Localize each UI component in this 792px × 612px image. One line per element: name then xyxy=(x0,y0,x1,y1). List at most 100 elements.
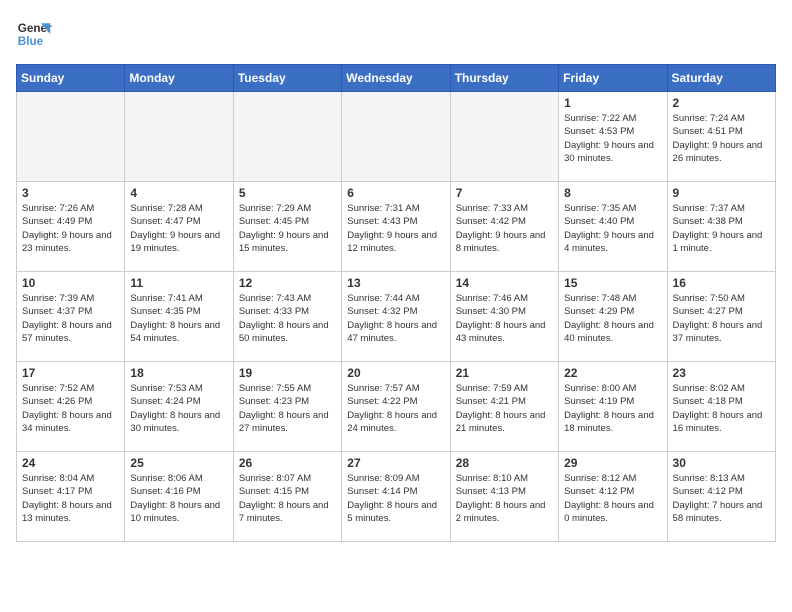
calendar-day-18: 18 Sunrise: 7:53 AMSunset: 4:24 PMDaylig… xyxy=(125,362,233,452)
day-info: Sunrise: 7:33 AMSunset: 4:42 PMDaylight:… xyxy=(456,202,553,255)
empty-cell xyxy=(342,92,450,182)
day-info: Sunrise: 8:07 AMSunset: 4:15 PMDaylight:… xyxy=(239,472,336,525)
calendar-week-row: 3 Sunrise: 7:26 AMSunset: 4:49 PMDayligh… xyxy=(17,182,776,272)
day-number: 11 xyxy=(130,276,227,290)
empty-cell xyxy=(17,92,125,182)
calendar-day-15: 15 Sunrise: 7:48 AMSunset: 4:29 PMDaylig… xyxy=(559,272,667,362)
day-header-tuesday: Tuesday xyxy=(233,65,341,92)
calendar-day-10: 10 Sunrise: 7:39 AMSunset: 4:37 PMDaylig… xyxy=(17,272,125,362)
day-number: 10 xyxy=(22,276,119,290)
svg-text:Blue: Blue xyxy=(18,35,44,48)
day-header-monday: Monday xyxy=(125,65,233,92)
day-info: Sunrise: 7:29 AMSunset: 4:45 PMDaylight:… xyxy=(239,202,336,255)
calendar-day-14: 14 Sunrise: 7:46 AMSunset: 4:30 PMDaylig… xyxy=(450,272,558,362)
day-number: 21 xyxy=(456,366,553,380)
day-number: 24 xyxy=(22,456,119,470)
calendar-day-20: 20 Sunrise: 7:57 AMSunset: 4:22 PMDaylig… xyxy=(342,362,450,452)
day-number: 30 xyxy=(673,456,770,470)
day-header-friday: Friday xyxy=(559,65,667,92)
calendar-day-2: 2 Sunrise: 7:24 AMSunset: 4:51 PMDayligh… xyxy=(667,92,775,182)
calendar-day-13: 13 Sunrise: 7:44 AMSunset: 4:32 PMDaylig… xyxy=(342,272,450,362)
calendar-header-row: SundayMondayTuesdayWednesdayThursdayFrid… xyxy=(17,65,776,92)
day-info: Sunrise: 8:09 AMSunset: 4:14 PMDaylight:… xyxy=(347,472,444,525)
calendar-day-5: 5 Sunrise: 7:29 AMSunset: 4:45 PMDayligh… xyxy=(233,182,341,272)
day-info: Sunrise: 7:46 AMSunset: 4:30 PMDaylight:… xyxy=(456,292,553,345)
calendar-day-29: 29 Sunrise: 8:12 AMSunset: 4:12 PMDaylig… xyxy=(559,452,667,542)
day-info: Sunrise: 7:53 AMSunset: 4:24 PMDaylight:… xyxy=(130,382,227,435)
day-number: 1 xyxy=(564,96,661,110)
day-info: Sunrise: 7:37 AMSunset: 4:38 PMDaylight:… xyxy=(673,202,770,255)
day-number: 2 xyxy=(673,96,770,110)
day-header-sunday: Sunday xyxy=(17,65,125,92)
day-info: Sunrise: 7:24 AMSunset: 4:51 PMDaylight:… xyxy=(673,112,770,165)
day-info: Sunrise: 7:31 AMSunset: 4:43 PMDaylight:… xyxy=(347,202,444,255)
day-info: Sunrise: 8:06 AMSunset: 4:16 PMDaylight:… xyxy=(130,472,227,525)
logo-icon: General Blue xyxy=(16,16,52,52)
day-info: Sunrise: 7:41 AMSunset: 4:35 PMDaylight:… xyxy=(130,292,227,345)
day-number: 20 xyxy=(347,366,444,380)
day-info: Sunrise: 8:02 AMSunset: 4:18 PMDaylight:… xyxy=(673,382,770,435)
day-info: Sunrise: 8:04 AMSunset: 4:17 PMDaylight:… xyxy=(22,472,119,525)
calendar-day-23: 23 Sunrise: 8:02 AMSunset: 4:18 PMDaylig… xyxy=(667,362,775,452)
calendar-day-22: 22 Sunrise: 8:00 AMSunset: 4:19 PMDaylig… xyxy=(559,362,667,452)
calendar-day-19: 19 Sunrise: 7:55 AMSunset: 4:23 PMDaylig… xyxy=(233,362,341,452)
calendar-day-11: 11 Sunrise: 7:41 AMSunset: 4:35 PMDaylig… xyxy=(125,272,233,362)
day-info: Sunrise: 7:57 AMSunset: 4:22 PMDaylight:… xyxy=(347,382,444,435)
day-info: Sunrise: 8:12 AMSunset: 4:12 PMDaylight:… xyxy=(564,472,661,525)
calendar-day-30: 30 Sunrise: 8:13 AMSunset: 4:12 PMDaylig… xyxy=(667,452,775,542)
calendar-day-7: 7 Sunrise: 7:33 AMSunset: 4:42 PMDayligh… xyxy=(450,182,558,272)
day-info: Sunrise: 7:28 AMSunset: 4:47 PMDaylight:… xyxy=(130,202,227,255)
calendar-day-6: 6 Sunrise: 7:31 AMSunset: 4:43 PMDayligh… xyxy=(342,182,450,272)
day-number: 18 xyxy=(130,366,227,380)
day-info: Sunrise: 7:48 AMSunset: 4:29 PMDaylight:… xyxy=(564,292,661,345)
day-info: Sunrise: 8:10 AMSunset: 4:13 PMDaylight:… xyxy=(456,472,553,525)
calendar-day-16: 16 Sunrise: 7:50 AMSunset: 4:27 PMDaylig… xyxy=(667,272,775,362)
calendar-day-3: 3 Sunrise: 7:26 AMSunset: 4:49 PMDayligh… xyxy=(17,182,125,272)
day-info: Sunrise: 7:50 AMSunset: 4:27 PMDaylight:… xyxy=(673,292,770,345)
day-header-saturday: Saturday xyxy=(667,65,775,92)
calendar-day-26: 26 Sunrise: 8:07 AMSunset: 4:15 PMDaylig… xyxy=(233,452,341,542)
day-number: 23 xyxy=(673,366,770,380)
day-info: Sunrise: 8:13 AMSunset: 4:12 PMDaylight:… xyxy=(673,472,770,525)
day-number: 14 xyxy=(456,276,553,290)
empty-cell xyxy=(125,92,233,182)
empty-cell xyxy=(233,92,341,182)
calendar-day-1: 1 Sunrise: 7:22 AMSunset: 4:53 PMDayligh… xyxy=(559,92,667,182)
day-number: 29 xyxy=(564,456,661,470)
day-number: 3 xyxy=(22,186,119,200)
day-number: 17 xyxy=(22,366,119,380)
calendar-day-27: 27 Sunrise: 8:09 AMSunset: 4:14 PMDaylig… xyxy=(342,452,450,542)
day-info: Sunrise: 7:55 AMSunset: 4:23 PMDaylight:… xyxy=(239,382,336,435)
day-number: 15 xyxy=(564,276,661,290)
page-header: General Blue xyxy=(16,16,776,52)
day-number: 7 xyxy=(456,186,553,200)
day-info: Sunrise: 7:22 AMSunset: 4:53 PMDaylight:… xyxy=(564,112,661,165)
calendar-day-9: 9 Sunrise: 7:37 AMSunset: 4:38 PMDayligh… xyxy=(667,182,775,272)
day-header-thursday: Thursday xyxy=(450,65,558,92)
day-number: 27 xyxy=(347,456,444,470)
day-info: Sunrise: 7:39 AMSunset: 4:37 PMDaylight:… xyxy=(22,292,119,345)
day-number: 5 xyxy=(239,186,336,200)
day-number: 19 xyxy=(239,366,336,380)
day-number: 8 xyxy=(564,186,661,200)
day-number: 6 xyxy=(347,186,444,200)
calendar-day-24: 24 Sunrise: 8:04 AMSunset: 4:17 PMDaylig… xyxy=(17,452,125,542)
calendar-day-12: 12 Sunrise: 7:43 AMSunset: 4:33 PMDaylig… xyxy=(233,272,341,362)
calendar: SundayMondayTuesdayWednesdayThursdayFrid… xyxy=(16,64,776,542)
calendar-day-8: 8 Sunrise: 7:35 AMSunset: 4:40 PMDayligh… xyxy=(559,182,667,272)
day-number: 22 xyxy=(564,366,661,380)
day-number: 16 xyxy=(673,276,770,290)
day-info: Sunrise: 7:52 AMSunset: 4:26 PMDaylight:… xyxy=(22,382,119,435)
calendar-day-17: 17 Sunrise: 7:52 AMSunset: 4:26 PMDaylig… xyxy=(17,362,125,452)
day-number: 12 xyxy=(239,276,336,290)
day-info: Sunrise: 7:44 AMSunset: 4:32 PMDaylight:… xyxy=(347,292,444,345)
calendar-day-21: 21 Sunrise: 7:59 AMSunset: 4:21 PMDaylig… xyxy=(450,362,558,452)
calendar-day-4: 4 Sunrise: 7:28 AMSunset: 4:47 PMDayligh… xyxy=(125,182,233,272)
day-number: 13 xyxy=(347,276,444,290)
day-number: 9 xyxy=(673,186,770,200)
day-number: 4 xyxy=(130,186,227,200)
day-info: Sunrise: 7:35 AMSunset: 4:40 PMDaylight:… xyxy=(564,202,661,255)
day-header-wednesday: Wednesday xyxy=(342,65,450,92)
day-info: Sunrise: 7:43 AMSunset: 4:33 PMDaylight:… xyxy=(239,292,336,345)
calendar-day-25: 25 Sunrise: 8:06 AMSunset: 4:16 PMDaylig… xyxy=(125,452,233,542)
